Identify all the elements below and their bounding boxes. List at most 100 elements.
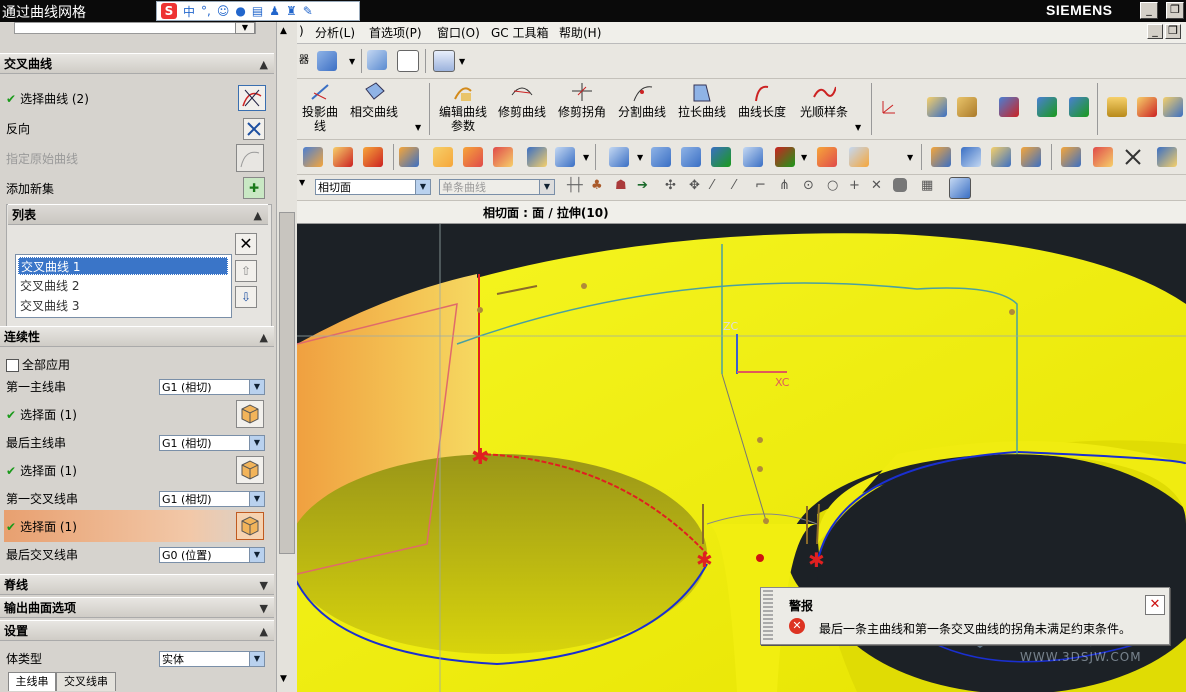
apply-all-row[interactable]: 全部应用 (6, 355, 70, 375)
chevron-down-icon[interactable]: ▼ (235, 22, 255, 34)
list-header[interactable]: 列表 ▲ (8, 204, 268, 225)
keyboard-icon[interactable]: ▤ (252, 4, 263, 18)
sweep-icon[interactable] (363, 147, 383, 167)
first-cross-select[interactable]: G1 (相切) ▼ (159, 491, 265, 507)
face-rule-select[interactable]: 相切面 ▼ (315, 179, 431, 195)
face-select-icon[interactable] (236, 456, 264, 484)
block-icon[interactable] (399, 147, 419, 167)
snap-center-icon[interactable]: ⊙ (803, 178, 823, 198)
stretch-curve-button[interactable]: 拉长曲线 (675, 81, 729, 119)
move-icon[interactable] (957, 97, 977, 117)
top-field[interactable] (14, 22, 256, 34)
snap-midpoint-icon[interactable]: ✥ (689, 178, 709, 198)
toolbar-fragment-icon[interactable]: 器 (299, 51, 311, 71)
through-curves-icon[interactable] (651, 147, 671, 167)
stop-at-intersection-icon[interactable]: ┼┼ (567, 178, 587, 198)
section-intersect-curves[interactable]: 交叉曲线 ▲ (0, 53, 274, 74)
menu-help[interactable]: 帮助(H) (559, 24, 601, 41)
chevron-down-icon[interactable]: ▼ (583, 153, 591, 173)
view-icon[interactable] (1157, 147, 1177, 167)
chevron-up-icon[interactable]: ▲ (254, 205, 262, 226)
snap-endpoint-icon[interactable]: ✣ (665, 178, 685, 198)
layer-icon[interactable] (1061, 147, 1081, 167)
apply-all-checkbox[interactable] (6, 359, 19, 372)
reverse-direction-icon[interactable] (243, 118, 265, 140)
snap-quadrant-icon[interactable]: ⋔ (779, 178, 799, 198)
list-item[interactable]: 交叉曲线 2 (18, 277, 228, 295)
intersect-curve-button[interactable]: 相交曲线 (347, 81, 401, 119)
last-primary-select[interactable]: G1 (相切) ▼ (159, 435, 265, 451)
mesh-icon[interactable] (317, 51, 337, 71)
chevron-up-icon[interactable]: ▲ (260, 54, 268, 75)
curve-length-button[interactable]: 曲线长度 (735, 81, 789, 119)
settings-icon[interactable] (991, 147, 1011, 167)
ime-mode[interactable]: 中 (183, 3, 195, 20)
tab-cross-strings[interactable]: 交叉线串 (56, 672, 116, 691)
bridge-icon[interactable] (743, 147, 763, 167)
ime-toolbar[interactable]: S 中 °, ☺ ● ▤ ♟ ♜ ✎ (156, 1, 360, 21)
curve-list[interactable]: 交叉曲线 1 交叉曲线 2 交叉曲线 3 (15, 254, 232, 318)
menu-gc-toolbox[interactable]: GC 工具箱 (491, 24, 549, 41)
angle-icon[interactable] (1137, 97, 1157, 117)
first-primary-select[interactable]: G1 (相切) ▼ (159, 379, 265, 395)
shell-icon[interactable] (555, 147, 575, 167)
snap-line-icon[interactable]: ⁄ (733, 178, 753, 198)
body-type-select[interactable]: 实体 ▼ (159, 651, 265, 667)
doc-minimize-button[interactable]: _ (1147, 24, 1163, 39)
list-item[interactable]: 交叉曲线 3 (18, 297, 228, 315)
chevron-down-icon[interactable]: ▼ (415, 180, 430, 194)
dialog-scrollbar[interactable]: ▲ ▼ (276, 22, 297, 692)
feature-curve-icon[interactable]: ☗ (615, 178, 635, 198)
minimize-button[interactable]: _ (1140, 2, 1158, 19)
scroll-thumb[interactable] (279, 212, 295, 554)
chevron-up-icon[interactable]: ▲ (260, 327, 268, 348)
chevron-down-icon[interactable]: ▼ (249, 652, 264, 666)
add-set-icon[interactable]: ✚ (243, 177, 265, 199)
chart-icon[interactable] (1093, 147, 1113, 167)
snap-icon[interactable] (999, 97, 1019, 117)
microphone-icon[interactable]: ● (235, 4, 245, 18)
chevron-down-icon[interactable]: ▼ (349, 57, 357, 77)
select-curve-icon[interactable] (238, 85, 266, 111)
trim-corner-button[interactable]: 修剪拐角 (555, 81, 609, 119)
delete-icon[interactable]: ✕ (235, 233, 257, 255)
project-curve-button[interactable]: 投影曲线 (297, 81, 343, 133)
select-face-row-3[interactable]: ✔ 选择面 (1) (6, 517, 77, 537)
chevron-down-icon[interactable]: ▼ (249, 380, 264, 394)
menu-preferences[interactable]: 首选项(P) (369, 24, 422, 41)
point-icon[interactable] (1037, 97, 1057, 117)
select-face-row-1[interactable]: ✔ 选择面 (1) (6, 405, 77, 425)
cross-icon[interactable] (1123, 147, 1143, 167)
section-spine[interactable]: 脊线 ▼ (0, 574, 274, 595)
law-extension-icon[interactable] (817, 147, 837, 167)
ruler-icon[interactable] (1107, 97, 1127, 117)
select-curve-row[interactable]: ✔ 选择曲线 (2) (6, 89, 89, 109)
close-icon[interactable]: ✕ (1145, 595, 1165, 615)
patch-icon[interactable] (433, 147, 453, 167)
drag-handle[interactable] (763, 590, 773, 640)
chevron-down-icon[interactable]: ▼ (801, 153, 809, 173)
link-icon[interactable] (367, 50, 387, 70)
section-continuity[interactable]: 连续性 ▲ (0, 326, 274, 347)
list-item[interactable]: 交叉曲线 1 (18, 257, 228, 275)
fill-icon[interactable] (493, 147, 513, 167)
section-settings[interactable]: 设置 ▲ (0, 620, 274, 641)
restore-button[interactable]: ❐ (1166, 2, 1184, 19)
snap-circle-icon[interactable]: ○ (827, 178, 847, 198)
trim-curve-button[interactable]: 修剪曲线 (495, 81, 549, 119)
user-icon[interactable]: ♟ (269, 4, 280, 18)
tab-primary-strings[interactable]: 主线串 (8, 672, 56, 691)
ime-punct[interactable]: °, (201, 4, 211, 18)
csys-icon[interactable] (879, 97, 899, 117)
chevron-down-icon[interactable]: ▼ (299, 178, 307, 198)
menu-analysis[interactable]: 分析(L) (315, 24, 355, 41)
select-face-row-2[interactable]: ✔ 选择面 (1) (6, 461, 77, 481)
info-icon[interactable] (433, 50, 455, 72)
offset-icon[interactable] (527, 147, 547, 167)
assembly-icon[interactable] (961, 147, 981, 167)
layout-icon[interactable] (397, 50, 419, 72)
blend-icon[interactable] (463, 147, 483, 167)
snap-face-icon[interactable] (893, 178, 907, 192)
menu-window[interactable]: 窗口(O) (437, 24, 480, 41)
chevron-up-icon[interactable]: ▲ (260, 621, 268, 642)
